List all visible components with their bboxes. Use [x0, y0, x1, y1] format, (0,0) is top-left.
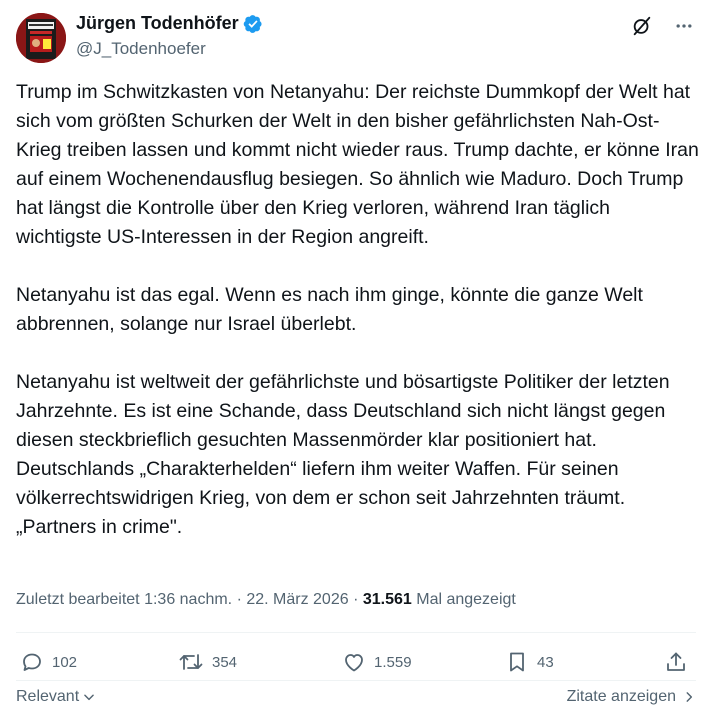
tweet-meta: Zuletzt bearbeitet 1:36 nachm. · 22. Mär…: [16, 591, 516, 609]
repost-icon: [178, 650, 204, 674]
bookmark-count: 43: [537, 653, 554, 671]
replies-toolbar: Relevant Zitate anzeigen: [16, 688, 696, 712]
bookmark-icon: [505, 650, 529, 674]
top-actions: [628, 12, 698, 40]
chevron-right-icon: [682, 690, 696, 704]
avatar[interactable]: [16, 13, 66, 63]
repost-count: 354: [212, 653, 238, 671]
share-button[interactable]: [664, 645, 688, 679]
grok-icon[interactable]: [628, 12, 656, 40]
sort-dropdown[interactable]: Relevant: [16, 688, 96, 706]
reply-icon: [20, 650, 44, 674]
reply-count: 102: [52, 653, 78, 671]
view-quotes-link[interactable]: Zitate anzeigen: [567, 688, 696, 706]
action-bar: 102 354 1.559 43: [0, 645, 712, 679]
views-label: Mal angezeigt: [416, 591, 516, 608]
tweet-paragraph: Netanyahu ist weltweit der gefährlichste…: [16, 371, 676, 538]
author-handle[interactable]: @J_Todenhoefer: [76, 39, 206, 59]
like-icon: [342, 650, 366, 674]
author-name-row[interactable]: Jürgen Todenhöfer: [76, 13, 263, 34]
quotes-label: Zitate anzeigen: [566, 688, 676, 705]
divider: [16, 632, 696, 633]
like-button[interactable]: 1.559: [342, 645, 412, 679]
repost-button[interactable]: 354: [178, 645, 237, 679]
reply-button[interactable]: 102: [20, 645, 77, 679]
views-count: 31.561: [362, 591, 412, 608]
chevron-down-icon: [82, 690, 96, 704]
verified-badge-icon: [243, 14, 263, 34]
divider: [16, 680, 696, 681]
tweet: Jürgen Todenhöfer @J_Todenhoefer Trump i…: [0, 0, 712, 722]
bookmark-button[interactable]: 43: [505, 645, 554, 679]
like-count: 1.559: [374, 653, 412, 671]
author-name[interactable]: Jürgen Todenhöfer: [76, 13, 239, 34]
meta-separator: ·: [232, 591, 247, 608]
tweet-paragraph: Netanyahu ist das egal. Wenn es nach ihm…: [16, 284, 649, 335]
tweet-date[interactable]: 22. März 2026: [246, 591, 348, 608]
more-icon[interactable]: [670, 12, 698, 40]
meta-separator: ·: [348, 591, 363, 608]
share-icon: [664, 650, 688, 674]
tweet-paragraph: Trump im Schwitzkasten von Netanyahu: De…: [16, 81, 705, 248]
edited-timestamp[interactable]: Zuletzt bearbeitet 1:36 nachm.: [16, 591, 232, 608]
sort-label: Relevant: [16, 688, 80, 705]
tweet-text: Trump im Schwitzkasten von Netanyahu: De…: [16, 78, 700, 542]
